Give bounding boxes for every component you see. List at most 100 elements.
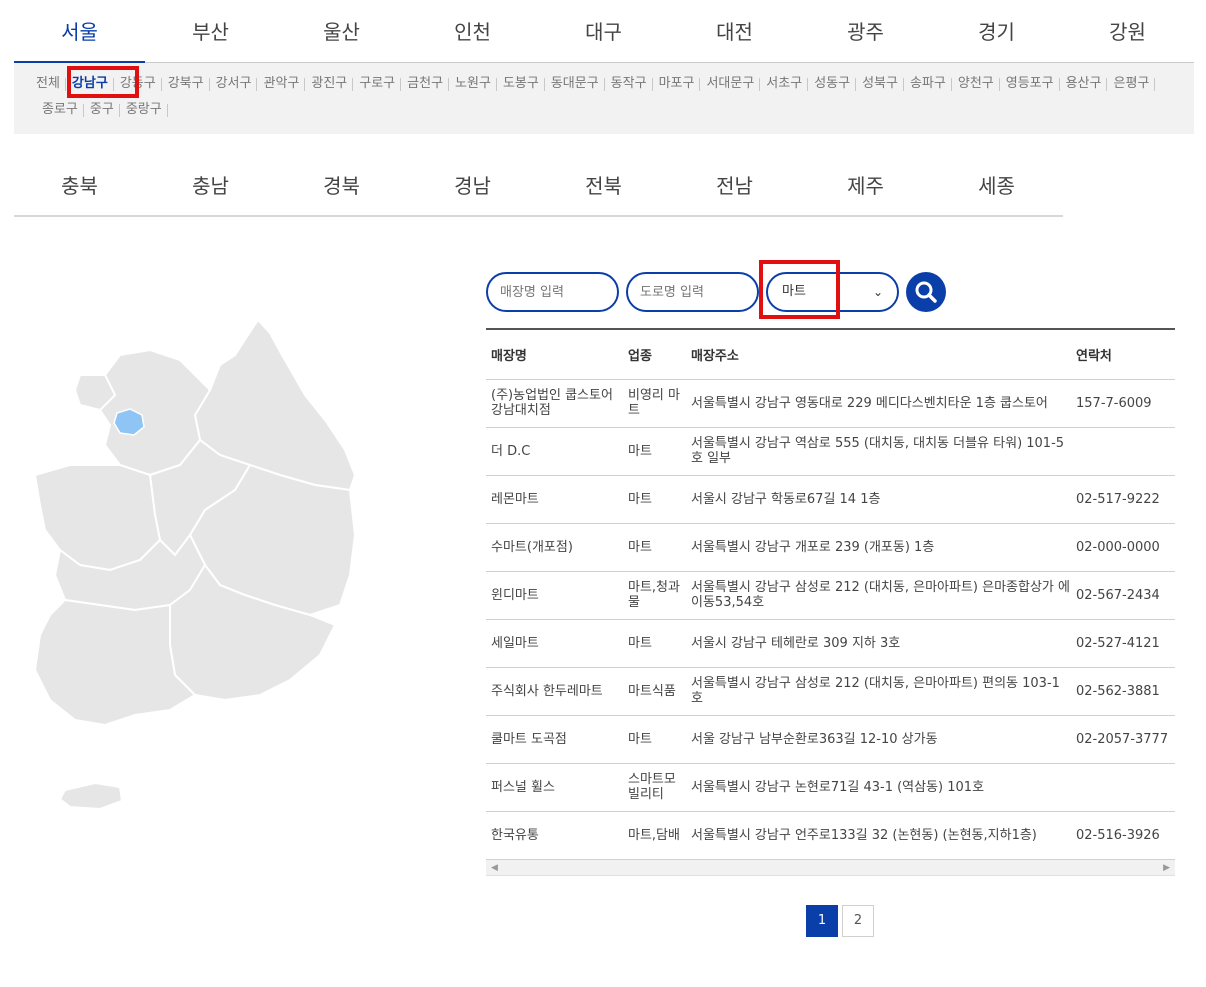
region-tab[interactable]: 대구 [538, 0, 669, 62]
store-table-container: 매장명 업종 매장주소 연락처 (주)농업법인 쿱스토어 강남대치점 비영리 마트… [486, 328, 1175, 876]
cell-category: 스마트모빌리티 [623, 763, 686, 812]
highlight-box-district [67, 66, 139, 98]
district-link[interactable]: 강북구 [162, 73, 210, 99]
region-tab[interactable]: 전북 [538, 155, 669, 215]
district-link[interactable]: 서초구 [760, 73, 809, 99]
district-link[interactable]: 은평구 [1107, 73, 1156, 99]
store-table: 매장명 업종 매장주소 연락처 (주)농업법인 쿱스토어 강남대치점 비영리 마트… [486, 328, 1175, 860]
district-link[interactable]: 용산구 [1060, 73, 1108, 99]
cell-category: 마트 [623, 619, 686, 668]
region-tab[interactable]: 경북 [276, 155, 407, 215]
district-panel: 전체 강남구 강동구 강북구 강서구 관악구 광진구 구로구 금천구 노원구 도봉구 동대문구 동작구 마… [14, 63, 1194, 134]
district-link[interactable]: 동작구 [605, 73, 653, 99]
region-tab[interactable]: 세종 [931, 155, 1062, 215]
table-row[interactable]: 퍼스널 휠스 스마트모빌리티 서울특별시 강남구 논현로71길 43-1 (역삼동)… [486, 763, 1175, 812]
district-link[interactable]: 관악구 [257, 73, 306, 99]
region-tabs-secondary: 충북 충남 경북 경남 전북 전남 제주 세종 [14, 155, 1063, 217]
region-tab[interactable]: 부산 [145, 0, 276, 62]
table-row[interactable]: 레몬마트 마트 서울시 강남구 학동로67길 14 1층 02-517-9222 [486, 475, 1175, 524]
highlight-box-category [759, 260, 840, 319]
cell-category: 마트 [623, 715, 686, 764]
cell-contact [1071, 763, 1175, 812]
table-header-row: 매장명 업종 매장주소 연락처 [486, 329, 1175, 380]
region-tab[interactable]: 경기 [931, 0, 1062, 62]
cell-store-name: (주)농업법인 쿱스토어 강남대치점 [486, 379, 623, 428]
district-link[interactable]: 영등포구 [1000, 73, 1060, 99]
page-button[interactable]: 1 [806, 905, 838, 937]
pagination: 12 [806, 905, 878, 937]
cell-address: 서울 강남구 남부순환로363길 12-10 상가동 [686, 715, 1071, 764]
table-row[interactable]: (주)농업법인 쿱스토어 강남대치점 비영리 마트 서울특별시 강남구 영동대로 2… [486, 379, 1175, 428]
store-name-input[interactable] [486, 272, 619, 312]
table-row[interactable]: 수마트(개포점) 마트 서울특별시 강남구 개포로 239 (개포동) 1층 02-0… [486, 523, 1175, 572]
horizontal-scrollbar[interactable]: ◀ ▶ [486, 859, 1175, 876]
cell-category: 마트,청과물 [623, 571, 686, 620]
table-row[interactable]: 윈디마트 마트,청과물 서울특별시 강남구 삼성로 212 (대치동, 은마아파트)… [486, 571, 1175, 620]
korea-map[interactable] [20, 315, 365, 825]
district-link[interactable]: 금천구 [401, 73, 449, 99]
district-link[interactable]: 서대문구 [700, 73, 761, 99]
region-tab[interactable]: 경남 [407, 155, 538, 215]
table-row[interactable]: 주식회사 한두레마트 마트식품 서울특별시 강남구 삼성로 212 (대치동, 은마… [486, 667, 1175, 716]
table-row[interactable]: 세일마트 마트 서울시 강남구 테헤란로 309 지하 3호 02-527-4121 [486, 619, 1175, 668]
map-region-jeonnam[interactable] [33, 598, 197, 727]
cell-contact: 02-562-3881 [1071, 667, 1175, 716]
cell-address: 서울특별시 강남구 개포로 239 (개포동) 1층 [686, 523, 1071, 572]
district-link[interactable]: 노원구 [449, 73, 497, 99]
search-button[interactable] [906, 272, 946, 312]
cell-contact: 02-517-9222 [1071, 475, 1175, 524]
district-link[interactable]: 동대문구 [545, 73, 605, 99]
district-link[interactable]: 중구 [84, 99, 120, 125]
district-link[interactable]: 강서구 [210, 73, 258, 99]
scroll-left-icon[interactable]: ◀ [491, 860, 498, 876]
table-row[interactable]: 한국유통 마트,담배 서울특별시 강남구 언주로133길 32 (논현동) (논현동… [486, 811, 1175, 860]
cell-contact: 02-527-4121 [1071, 619, 1175, 668]
district-link[interactable]: 양천구 [952, 73, 1000, 99]
scroll-right-icon[interactable]: ▶ [1163, 860, 1170, 876]
cell-store-name: 레몬마트 [486, 475, 623, 524]
region-tab[interactable]: 제주 [800, 155, 931, 215]
region-tab[interactable]: 광주 [800, 0, 931, 62]
chevron-down-icon: ⌄ [872, 285, 883, 299]
district-link[interactable]: 송파구 [904, 73, 952, 99]
cell-store-name: 세일마트 [486, 619, 623, 668]
district-link[interactable]: 종로구 [36, 99, 84, 125]
cell-contact: 157-7-6009 [1071, 379, 1175, 428]
region-tab[interactable]: 전남 [669, 155, 800, 215]
district-link[interactable]: 중랑구 [120, 99, 168, 125]
district-link[interactable]: 전체 [36, 73, 66, 99]
page-button[interactable]: 2 [842, 905, 874, 937]
region-tab[interactable]: 대전 [669, 0, 800, 62]
cell-address: 서울특별시 강남구 영동대로 229 메디다스벤치타운 1층 쿱스토어 [686, 379, 1071, 428]
district-link[interactable]: 도봉구 [497, 73, 545, 99]
table-row[interactable]: 더 D.C 마트 서울특별시 강남구 역삼로 555 (대치동, 대치동 더블유 타… [486, 427, 1175, 476]
district-link[interactable]: 광진구 [305, 73, 354, 99]
region-tab[interactable]: 충북 [14, 155, 145, 215]
district-link[interactable]: 구로구 [353, 73, 402, 99]
cell-category: 마트,담배 [623, 811, 686, 860]
cell-category: 비영리 마트 [623, 379, 686, 428]
region-tab[interactable]: 인천 [407, 0, 538, 62]
region-tab[interactable]: 충남 [145, 155, 276, 215]
cell-address: 서울특별시 강남구 역삼로 555 (대치동, 대치동 더블유 타워) 101-… [686, 427, 1071, 476]
cell-address: 서울특별시 강남구 삼성로 212 (대치동, 은마아파트) 은마종합상가 에이… [686, 571, 1071, 620]
cell-contact [1071, 427, 1175, 476]
map-region-chungnam[interactable] [33, 464, 162, 572]
map-region-jeju[interactable] [58, 781, 124, 811]
region-tab[interactable]: 강원 [1062, 0, 1193, 62]
district-link[interactable]: 성동구 [808, 73, 856, 99]
cell-category: 마트 [623, 427, 686, 476]
header-address: 매장주소 [686, 329, 1071, 380]
cell-address: 서울특별시 강남구 삼성로 212 (대치동, 은마아파트) 편의동 103-1… [686, 667, 1071, 716]
cell-contact: 02-000-0000 [1071, 523, 1175, 572]
district-link[interactable]: 성북구 [856, 73, 904, 99]
region-tab[interactable]: 울산 [276, 0, 407, 62]
cell-store-name: 더 D.C [486, 427, 623, 476]
region-tab[interactable]: 서울 [14, 0, 145, 64]
table-row[interactable]: 쿨마트 도곡점 마트 서울 강남구 남부순환로363길 12-10 상가동 02-20… [486, 715, 1175, 764]
region-tabs-primary: 서울 부산 울산 인천 대구 대전 광주 경기 강원 [14, 0, 1194, 64]
cell-store-name: 주식회사 한두레마트 [486, 667, 623, 716]
road-name-input[interactable] [626, 272, 759, 312]
cell-store-name: 퍼스널 휠스 [486, 763, 623, 812]
district-link[interactable]: 마포구 [653, 73, 701, 99]
